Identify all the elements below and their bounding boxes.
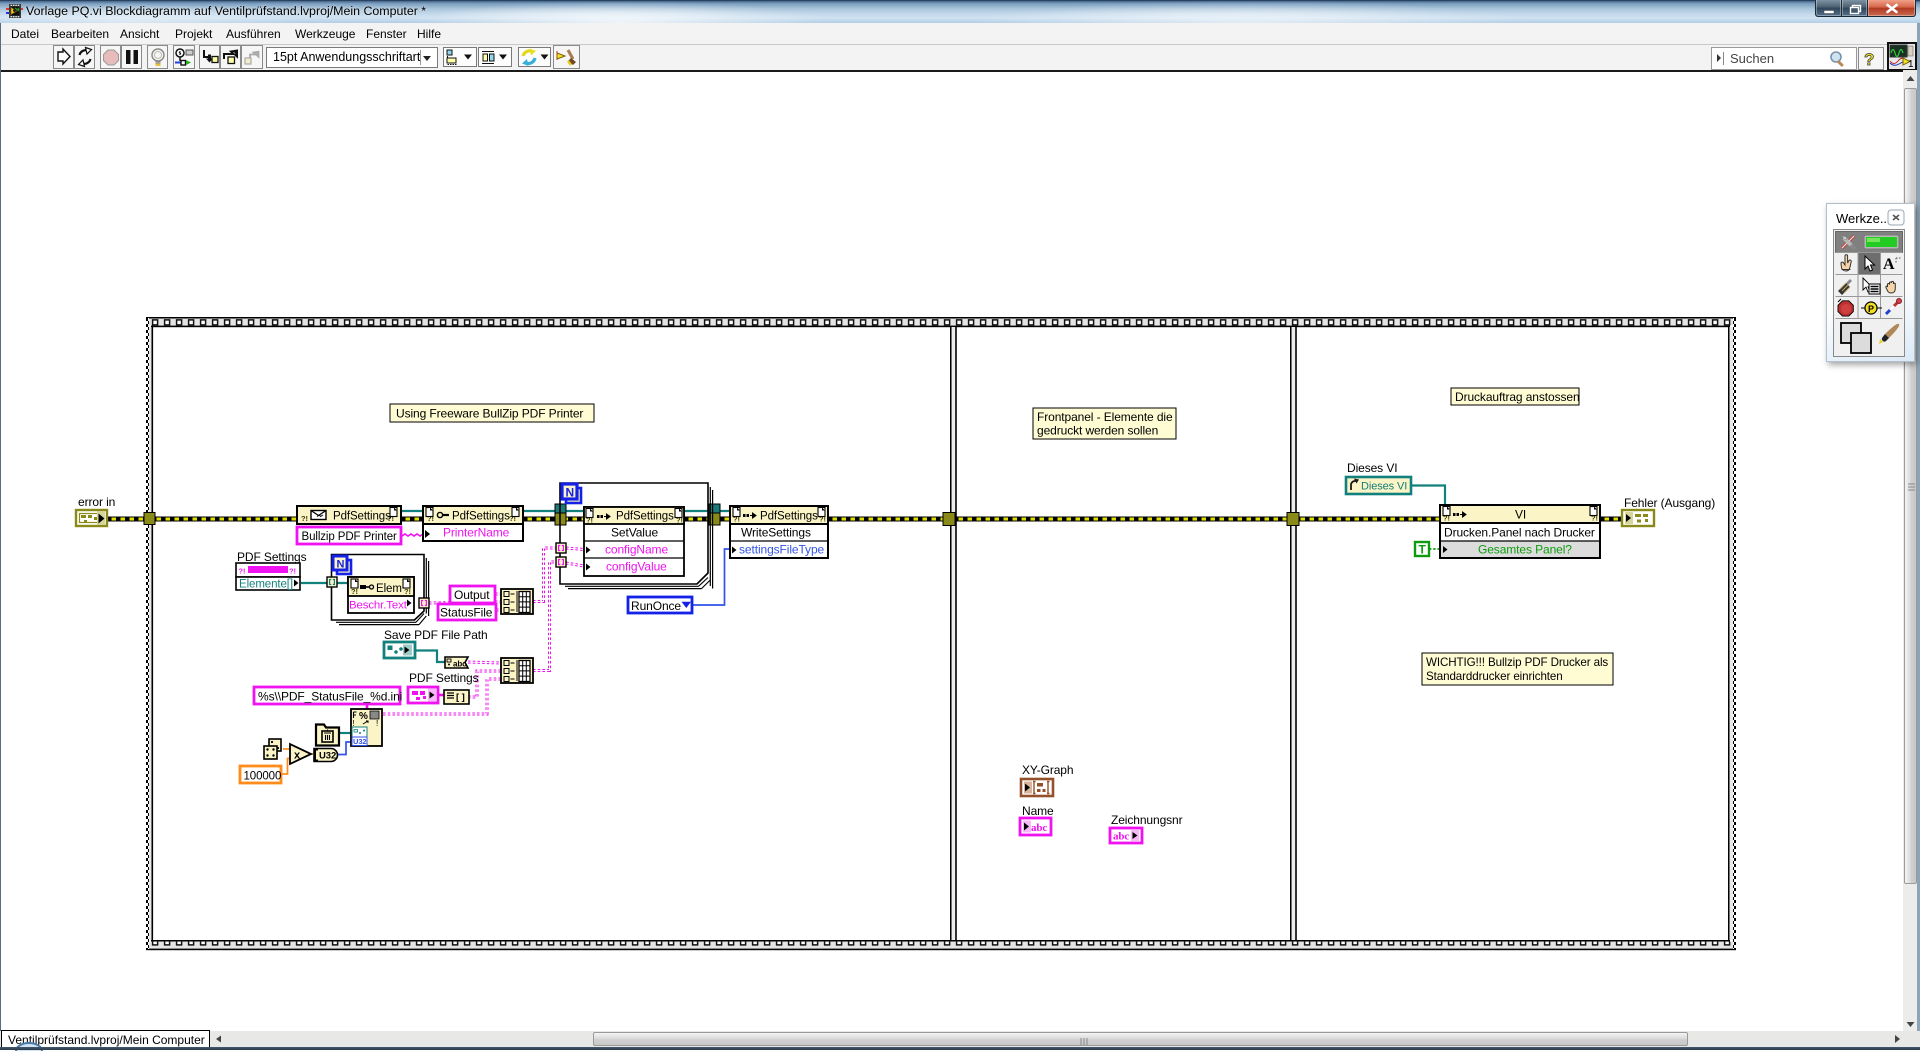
svg-text:T: T [1419,543,1427,557]
svg-text:A: A [1883,256,1895,273]
svg-text:VI: VI [1515,508,1526,522]
svg-text:Dieses VI: Dieses VI [1347,461,1397,475]
svg-text:SetValue: SetValue [611,526,658,540]
svg-text:Elemente[]: Elemente[] [239,579,293,591]
svg-text:configValue: configValue [606,560,667,574]
svg-text:PDF Settings: PDF Settings [237,550,307,564]
svg-text:WICHTIG!!! Bullzip PDF Drucke: WICHTIG!!! Bullzip PDF Drucker als [1426,656,1608,669]
svg-text:WriteSettings: WriteSettings [741,526,811,540]
svg-text:Beschr.Text: Beschr.Text [349,600,408,612]
svg-text:Werkze...: Werkze... [1836,211,1891,226]
svg-text:Dieses VI: Dieses VI [1361,481,1407,493]
svg-text:settingsFileType: settingsFileType [739,543,825,557]
svg-text:abc: abc [453,660,467,669]
svg-text:Frontpanel - Elemente die: Frontpanel - Elemente die [1037,410,1173,424]
svg-text:N: N [337,559,345,571]
svg-text:1: 1 [1908,59,1914,69]
svg-text:error in: error in [78,495,115,509]
svg-text:Using Freeware BullZip PDF Pri: Using Freeware BullZip PDF Printer [396,407,583,421]
svg-text:N: N [566,486,575,500]
svg-text:Elem: Elem [376,583,402,595]
svg-text:?!: ?! [289,567,296,576]
svg-text:[ ]: [ ] [456,692,465,703]
svg-text:PdfSettings: PdfSettings [760,511,818,523]
svg-text:?!: ?! [239,567,246,576]
svg-text:Zeichnungsnr: Zeichnungsnr [1111,813,1183,827]
svg-text:StatusFile: StatusFile [440,606,493,620]
svg-text:RunOnce: RunOnce [631,599,681,613]
svg-text:Drucken.Panel nach Drucker: Drucken.Panel nach Drucker [1444,526,1595,540]
svg-text:100000: 100000 [244,771,282,783]
svg-text:Suchen: Suchen [1730,51,1774,66]
svg-text:configName: configName [605,543,668,557]
svg-text:abc: abc [1031,822,1047,834]
svg-text:%: % [359,711,368,722]
svg-text:abc: abc [1113,831,1129,843]
svg-text:PrinterName: PrinterName [443,526,510,540]
svg-text:U32: U32 [353,737,366,746]
svg-text:x: x [294,750,301,762]
svg-text:PdfSettings: PdfSettings [333,511,391,523]
svg-text:Gesamtes Panel?: Gesamtes Panel? [1478,543,1572,557]
svg-text:Save PDF File Path: Save PDF File Path [384,628,488,642]
svg-text:Fehler (Ausgang): Fehler (Ausgang) [1624,496,1715,510]
svg-text:Standarddrucker einrichten: Standarddrucker einrichten [1426,670,1563,683]
svg-text:PdfSettings: PdfSettings [616,511,674,523]
svg-text:%s\\PDF_StatusFile_%d.ini: %s\\PDF_StatusFile_%d.ini [258,690,402,704]
svg-text:Output: Output [454,588,490,602]
svg-text:gedruckt werden sollen: gedruckt werden sollen [1037,424,1158,438]
svg-text:XY-Graph: XY-Graph [1022,763,1073,777]
svg-text:Druckauftrag anstossen: Druckauftrag anstossen [1455,390,1580,404]
svg-text:PDF Settings: PDF Settings [409,671,479,685]
svg-text:Name: Name [1022,804,1054,818]
svg-text:Bullzip PDF Printer: Bullzip PDF Printer [302,531,398,543]
svg-text:?: ? [1864,50,1874,69]
svg-text:PdfSettings: PdfSettings [452,511,510,523]
svg-text:U32: U32 [319,751,336,762]
svg-text:!: ! [376,719,378,728]
svg-text:P: P [1868,304,1874,314]
